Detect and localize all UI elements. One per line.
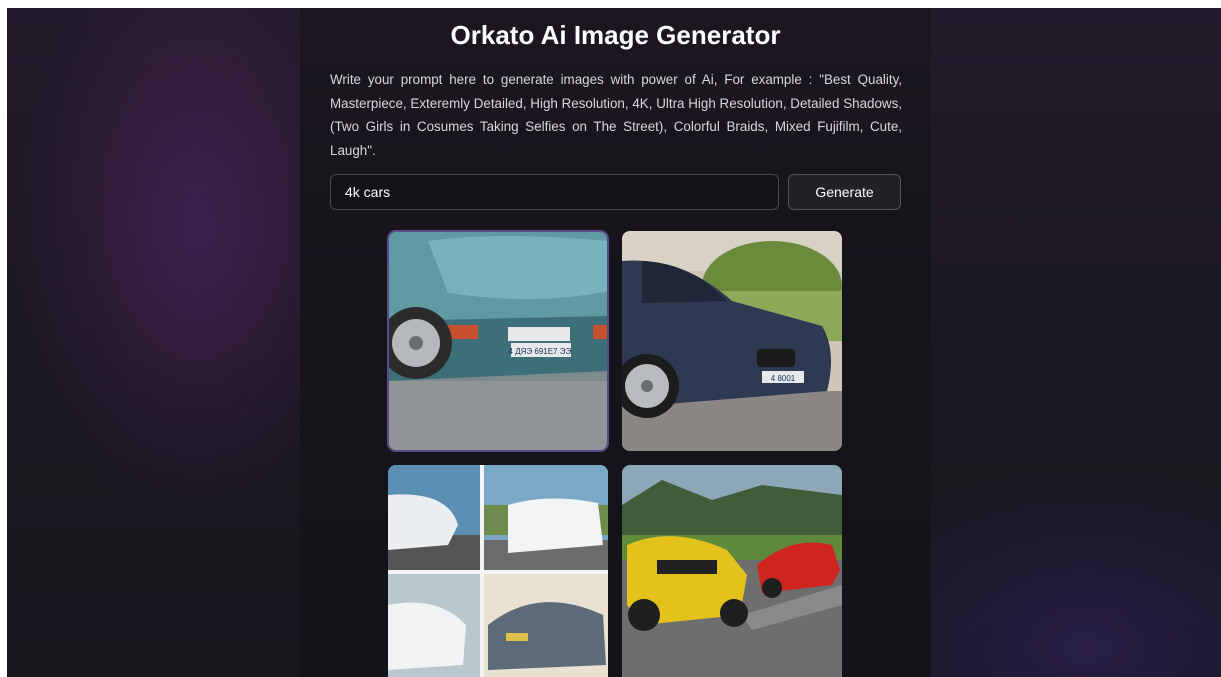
yellow-red-cars-image [622, 465, 842, 677]
dark-sedan-image: 4 8001 [622, 231, 842, 451]
prompt-input[interactable] [330, 174, 779, 210]
license-plate-text: 4 8001 [771, 374, 796, 383]
result-image-1[interactable]: 4 ДЯЭ 691Е7 ЭЭ. [387, 230, 609, 452]
app-viewport: Orkato Ai Image Generator Write your pro… [7, 8, 1221, 677]
result-image-4[interactable] [622, 465, 842, 677]
license-plate-text: 4 ДЯЭ 691Е7 ЭЭ. [509, 347, 574, 356]
result-image-3[interactable] [388, 465, 608, 677]
result-image-2[interactable]: 4 8001 [622, 231, 842, 451]
teal-car-image: 4 ДЯЭ 691Е7 ЭЭ. [388, 231, 608, 451]
generate-button[interactable]: Generate [788, 174, 901, 210]
prompt-instructions: Write your prompt here to generate image… [330, 72, 902, 158]
page-title: Orkato Ai Image Generator [450, 20, 781, 50]
white-cars-collage-image [388, 465, 608, 677]
generator-panel: Orkato Ai Image Generator Write your pro… [300, 8, 931, 677]
